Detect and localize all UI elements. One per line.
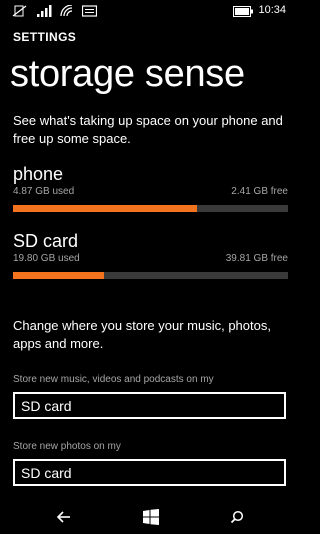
- start-button[interactable]: [121, 500, 181, 534]
- status-time: 10:34: [258, 4, 286, 16]
- navigation-bar: [0, 500, 300, 534]
- storage-bar: [13, 205, 288, 212]
- change-location-text: Change where you store your music, photo…: [13, 318, 271, 351]
- storage-bar-fill: [13, 272, 105, 279]
- wifi-icon: [60, 4, 74, 22]
- storage-item-sd-card[interactable]: SD card 19.80 GB used 39.81 GB free: [13, 230, 288, 279]
- search-icon: [230, 510, 244, 524]
- storage-name: phone: [13, 164, 64, 184]
- storage-name: SD card: [13, 231, 79, 251]
- storage-free: 2.41 GB free: [231, 186, 288, 197]
- storage-item-phone[interactable]: phone 4.87 GB used 2.41 GB free: [13, 163, 288, 212]
- intro-text: See what's taking up space on your phone…: [13, 113, 283, 146]
- back-icon: [57, 511, 70, 523]
- message-icon: [81, 4, 98, 22]
- music-location-select[interactable]: SD card: [13, 392, 286, 419]
- signal-icon: [37, 4, 53, 22]
- storage-bar: [13, 272, 288, 279]
- photos-location-select[interactable]: SD card: [13, 459, 286, 486]
- back-button[interactable]: [34, 500, 94, 534]
- search-button[interactable]: [207, 500, 267, 534]
- status-bar: 10:34: [0, 0, 300, 22]
- photos-location-value: SD card: [21, 465, 72, 481]
- storage-used: 4.87 GB used: [13, 186, 75, 197]
- no-sim-icon: [12, 4, 28, 22]
- page-title: storage sense: [10, 53, 245, 95]
- storage-free: 39.81 GB free: [225, 253, 288, 264]
- battery-icon: [233, 4, 253, 22]
- app-title: SETTINGS: [13, 30, 77, 44]
- music-location-label: Store new music, videos and podcasts on …: [13, 374, 214, 385]
- storage-used: 19.80 GB used: [13, 253, 80, 264]
- storage-bar-fill: [13, 205, 197, 212]
- photos-location-label: Store new photos on my: [13, 441, 121, 452]
- music-location-value: SD card: [21, 398, 72, 414]
- windows-start-icon: [143, 509, 159, 525]
